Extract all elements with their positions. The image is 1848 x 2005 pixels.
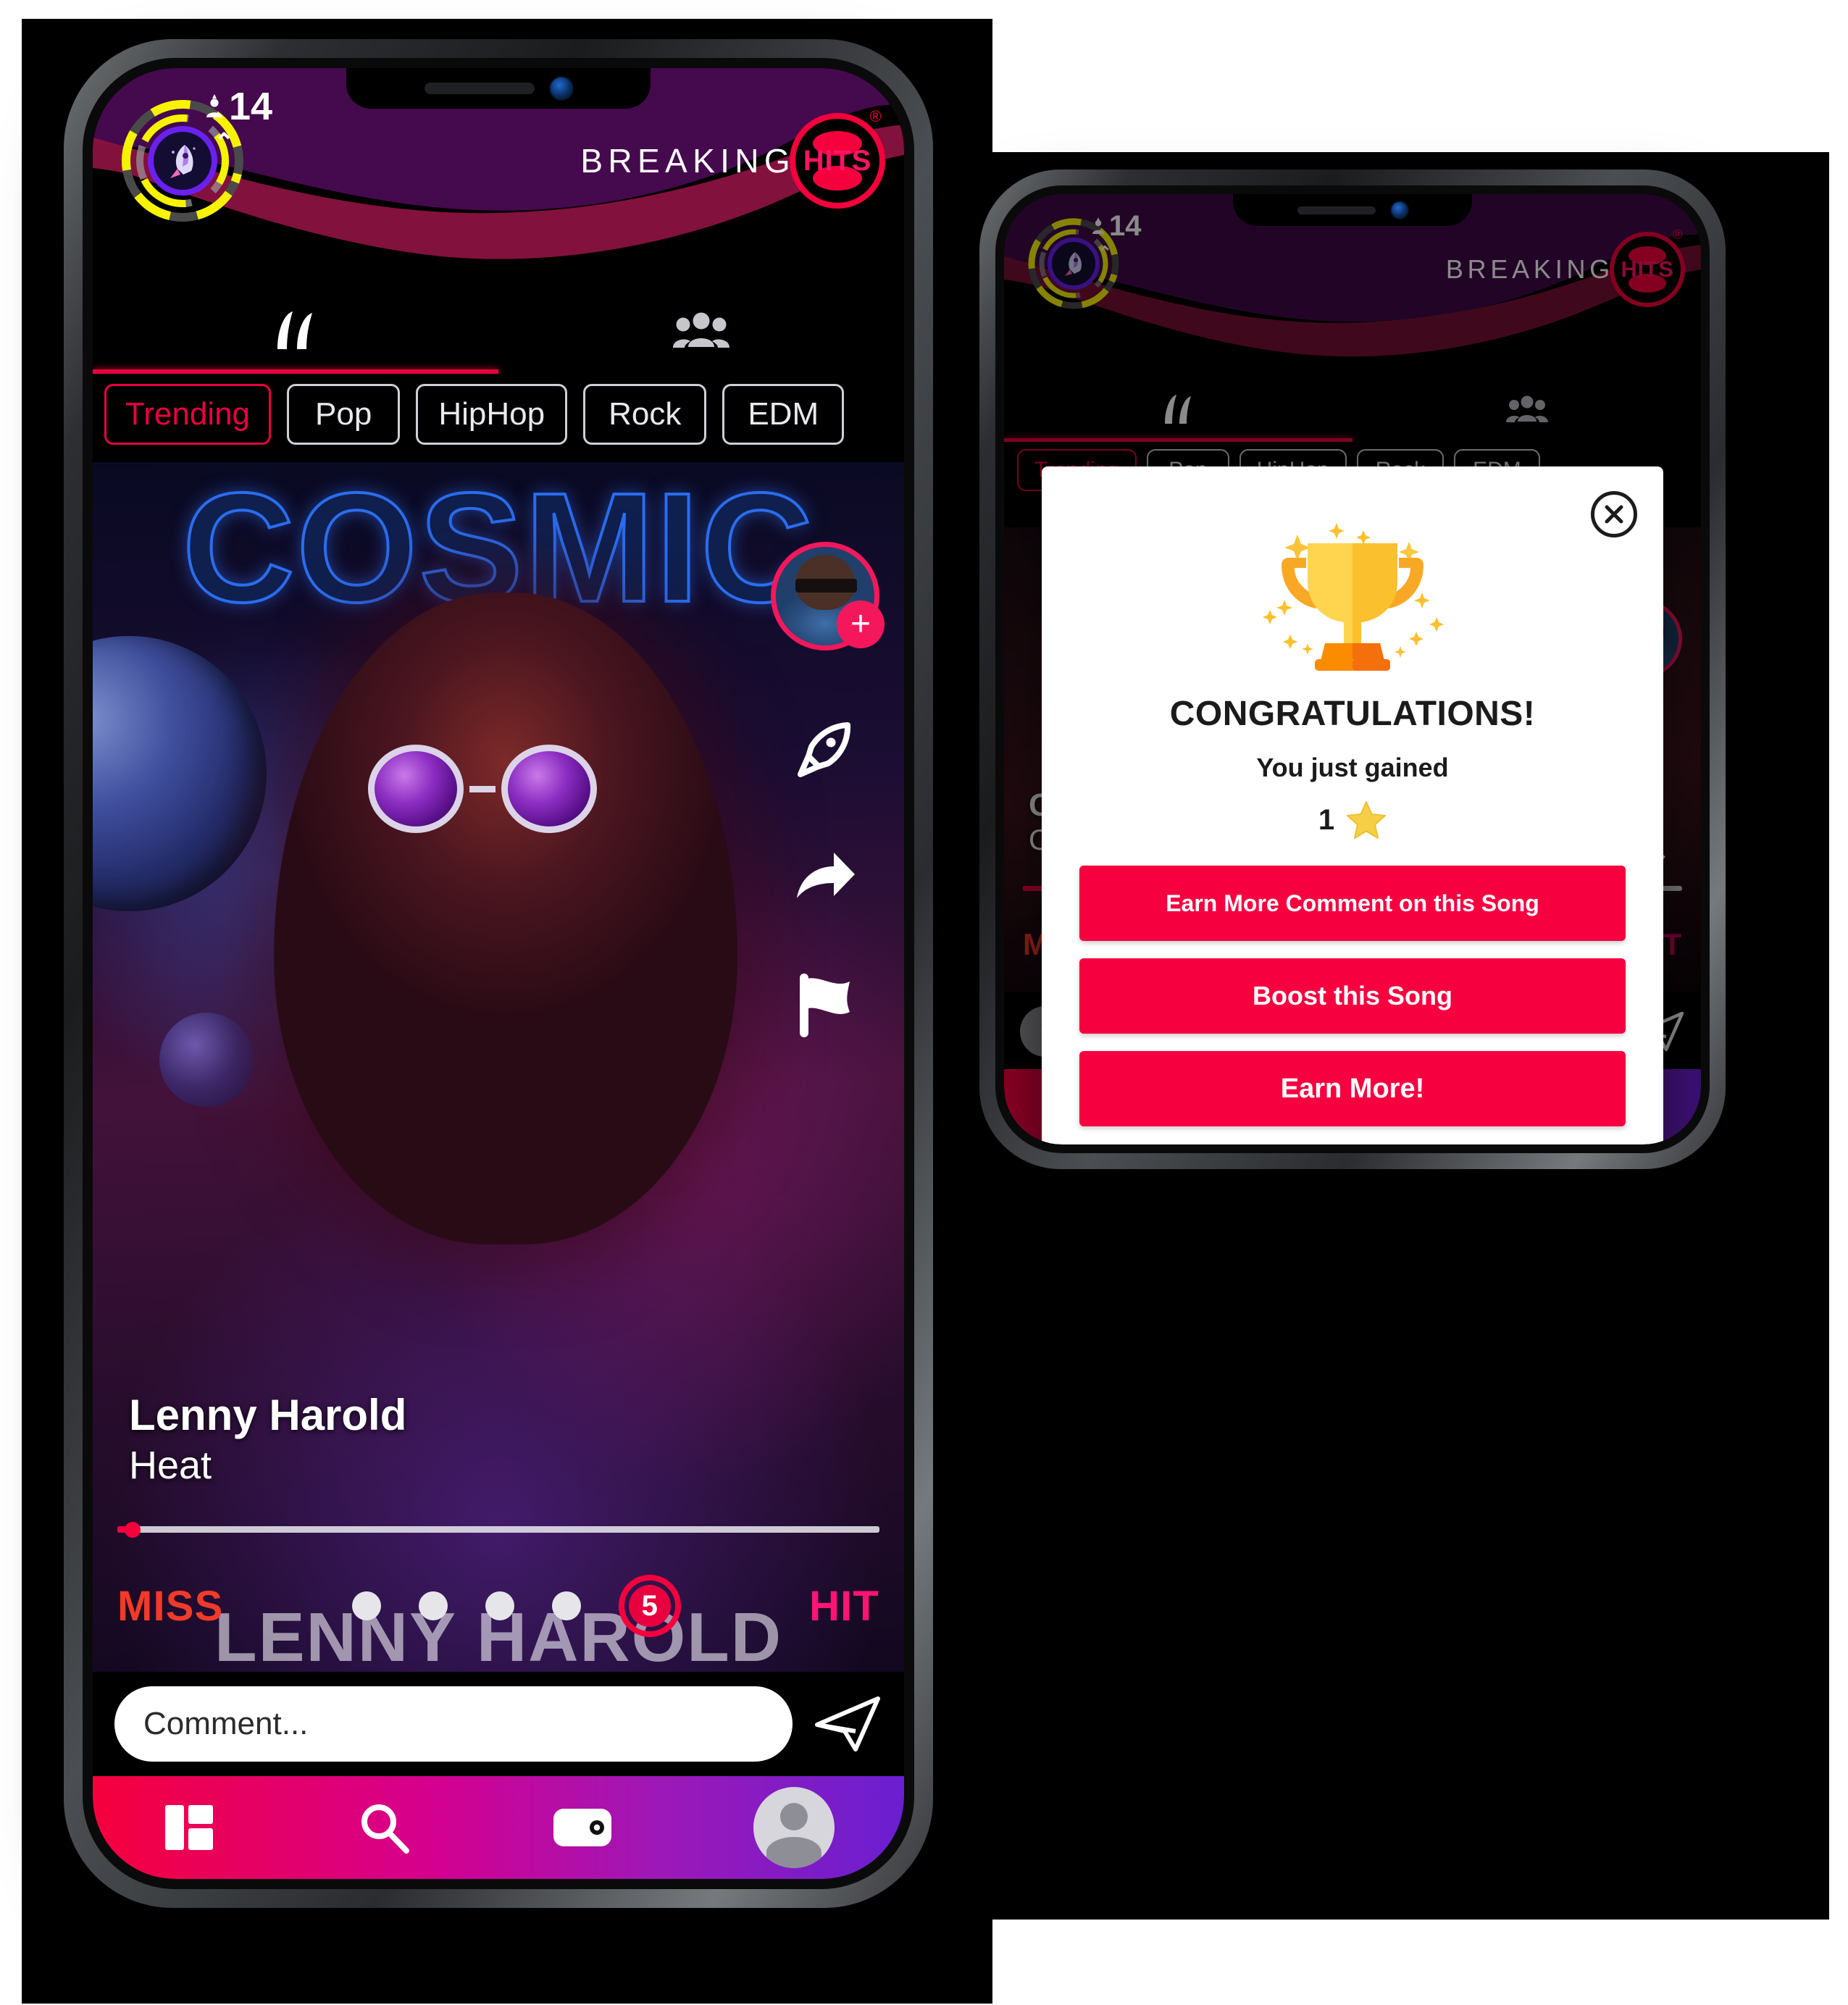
profile-avatar-icon: [753, 1787, 835, 1868]
search-icon: [361, 1804, 409, 1854]
phone1-rating-value: 5: [628, 1585, 671, 1627]
brand-hits-word: HITS: [803, 144, 872, 177]
front-camera-icon: [551, 78, 572, 99]
sunglass-bridge: [469, 785, 496, 792]
chart-wave-icon: [277, 311, 312, 349]
phone2-screen: ⌃ 14 BREAKING HITS ® Comment... CONGRATU…: [1004, 194, 1701, 1144]
trophy-illustration: [1079, 514, 1626, 681]
phone1-report-button[interactable]: [793, 971, 858, 1037]
genre-chip-label: HipHop: [438, 396, 545, 432]
phone1-bezel: ⌃ 14 BREAKING HITS ® Trending Pop HipHop…: [83, 58, 914, 1889]
tab-charts[interactable]: [93, 285, 498, 374]
phone1-genre-row[interactable]: Trending Pop HipHop Rock EDM: [93, 374, 904, 455]
genre-chip-label: EDM: [748, 396, 819, 432]
sunglass-lens-right: [501, 745, 597, 833]
rank-chevron-icon: ⌃: [214, 129, 235, 156]
earpiece-speaker: [1297, 206, 1376, 214]
phone1-listener-count-group: 14: [203, 87, 272, 126]
phone1-send-button[interactable]: [814, 1694, 882, 1754]
rating-dot-2[interactable]: [418, 1591, 448, 1620]
phone1-miss-label: MISS: [117, 1582, 224, 1630]
screenshot-root: ⌃ 14 BREAKING HITS ® Comment... CONGRATU…: [0, 0, 1848, 2005]
phone1-comment-input[interactable]: [114, 1686, 793, 1762]
congratulations-modal: CONGRATULATIONS! You just gained 1 Earn …: [1042, 466, 1663, 1144]
rocket-icon: [798, 722, 851, 777]
people-group-icon: [673, 312, 729, 348]
nav-item-wallet[interactable]: [551, 1805, 614, 1850]
nav-item-profile[interactable]: [753, 1787, 835, 1868]
phone1-action-rail: +: [771, 542, 885, 1037]
genre-chip-label: Pop: [315, 396, 372, 432]
avatar-body: [766, 1837, 821, 1868]
genre-chip-hiphop[interactable]: HipHop: [416, 384, 568, 445]
phone1-artist-avatar[interactable]: +: [771, 542, 885, 650]
phone1-song-title: Heat: [129, 1444, 212, 1488]
artist-sunglasses: [368, 745, 597, 833]
earn-more-comment-button[interactable]: Earn More Comment on this Song: [1079, 866, 1626, 941]
nav-item-search[interactable]: [356, 1799, 412, 1856]
phone1-notch: [346, 68, 651, 109]
send-paper-plane-icon: [815, 1696, 880, 1751]
nav-item-dashboard[interactable]: [162, 1801, 216, 1854]
planet-small: [159, 1013, 254, 1107]
phone2-bezel: ⌃ 14 BREAKING HITS ® Comment... CONGRATU…: [995, 185, 1710, 1153]
phone1-boost-button[interactable]: [792, 716, 858, 782]
phone1-top-tabs: [93, 285, 904, 374]
avatar-head: [779, 1803, 808, 1831]
progress-knob[interactable]: [125, 1521, 141, 1538]
phone1-rating-dots[interactable]: 5: [351, 1575, 681, 1637]
dashboard-grid-icon: [165, 1805, 214, 1850]
artist-sunglasses: [795, 578, 857, 593]
genre-chip-label: Rock: [609, 396, 682, 432]
phone1-progress-bar[interactable]: [117, 1521, 879, 1538]
modal-subheading: You just gained: [1256, 753, 1449, 782]
star-icon: [1346, 800, 1387, 840]
reward-count: 1: [1318, 803, 1335, 836]
earpiece-speaker: [425, 83, 535, 94]
phone1-hit-label: HIT: [809, 1582, 879, 1630]
phone2-notch: [1233, 194, 1472, 226]
earn-more-button[interactable]: Earn More!: [1079, 1051, 1626, 1126]
genre-chip-pop[interactable]: Pop: [287, 384, 401, 445]
genre-chip-trending[interactable]: Trending: [104, 384, 272, 445]
genre-chip-rock[interactable]: Rock: [583, 384, 707, 445]
sunglass-lens-left: [368, 745, 464, 833]
tab-community[interactable]: [498, 285, 904, 374]
phone1-hit-miss-meter[interactable]: MISS 5 HIT: [117, 1575, 879, 1637]
phone1-share-button[interactable]: [792, 847, 858, 905]
modal-reward-amount: 1: [1079, 800, 1626, 840]
rating-dot-3[interactable]: [485, 1591, 514, 1620]
phone1-song-artist: Lenny Harold: [129, 1391, 407, 1440]
phone1-feed-card: COSMIC LENNY HAROLD + Lenny Harold Heat …: [93, 462, 904, 1672]
modal-heading: CONGRATULATIONS!: [1169, 695, 1536, 733]
genre-chip-label: Trending: [125, 396, 251, 432]
phone1-song-meta: Lenny Harold Heat: [129, 1391, 406, 1489]
rating-dot-4[interactable]: [551, 1591, 581, 1620]
phone1-bottom-nav: [93, 1776, 904, 1879]
phone-mockup-primary: ⌃ 14 BREAKING HITS ® Trending Pop HipHop…: [64, 39, 933, 1908]
follow-artist-button[interactable]: +: [837, 600, 885, 648]
rating-dot-5-selected[interactable]: 5: [618, 1575, 681, 1637]
phone1-brand-logo: BREAKING HITS ®: [580, 107, 885, 209]
wallet-card-icon: [553, 1809, 612, 1846]
genre-chip-edm[interactable]: EDM: [722, 384, 845, 445]
boost-song-button[interactable]: Boost this Song: [1079, 958, 1626, 1034]
trophy-icon: [1263, 523, 1444, 671]
phone-mockup-secondary: ⌃ 14 BREAKING HITS ® Comment... CONGRATU…: [979, 169, 1726, 1169]
share-arrow-icon: [797, 853, 855, 898]
phone1-screen: ⌃ 14 BREAKING HITS ® Trending Pop HipHop…: [93, 68, 904, 1879]
phone1-listener-count: 14: [229, 85, 273, 128]
person-rank-icon: [206, 94, 222, 117]
front-camera-icon: [1392, 202, 1408, 218]
phone1-comment-bar: [93, 1672, 904, 1776]
registered-mark: ®: [869, 107, 887, 125]
rating-dot-1[interactable]: [351, 1591, 381, 1620]
flag-icon: [800, 974, 850, 1037]
brand-hits-badge: HITS: [790, 113, 885, 209]
brand-word: BREAKING: [580, 142, 795, 180]
